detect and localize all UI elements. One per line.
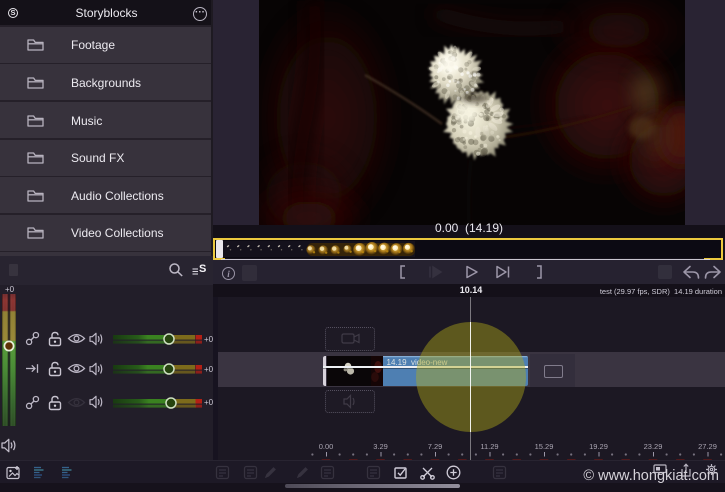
svg-text:S: S	[199, 263, 206, 275]
